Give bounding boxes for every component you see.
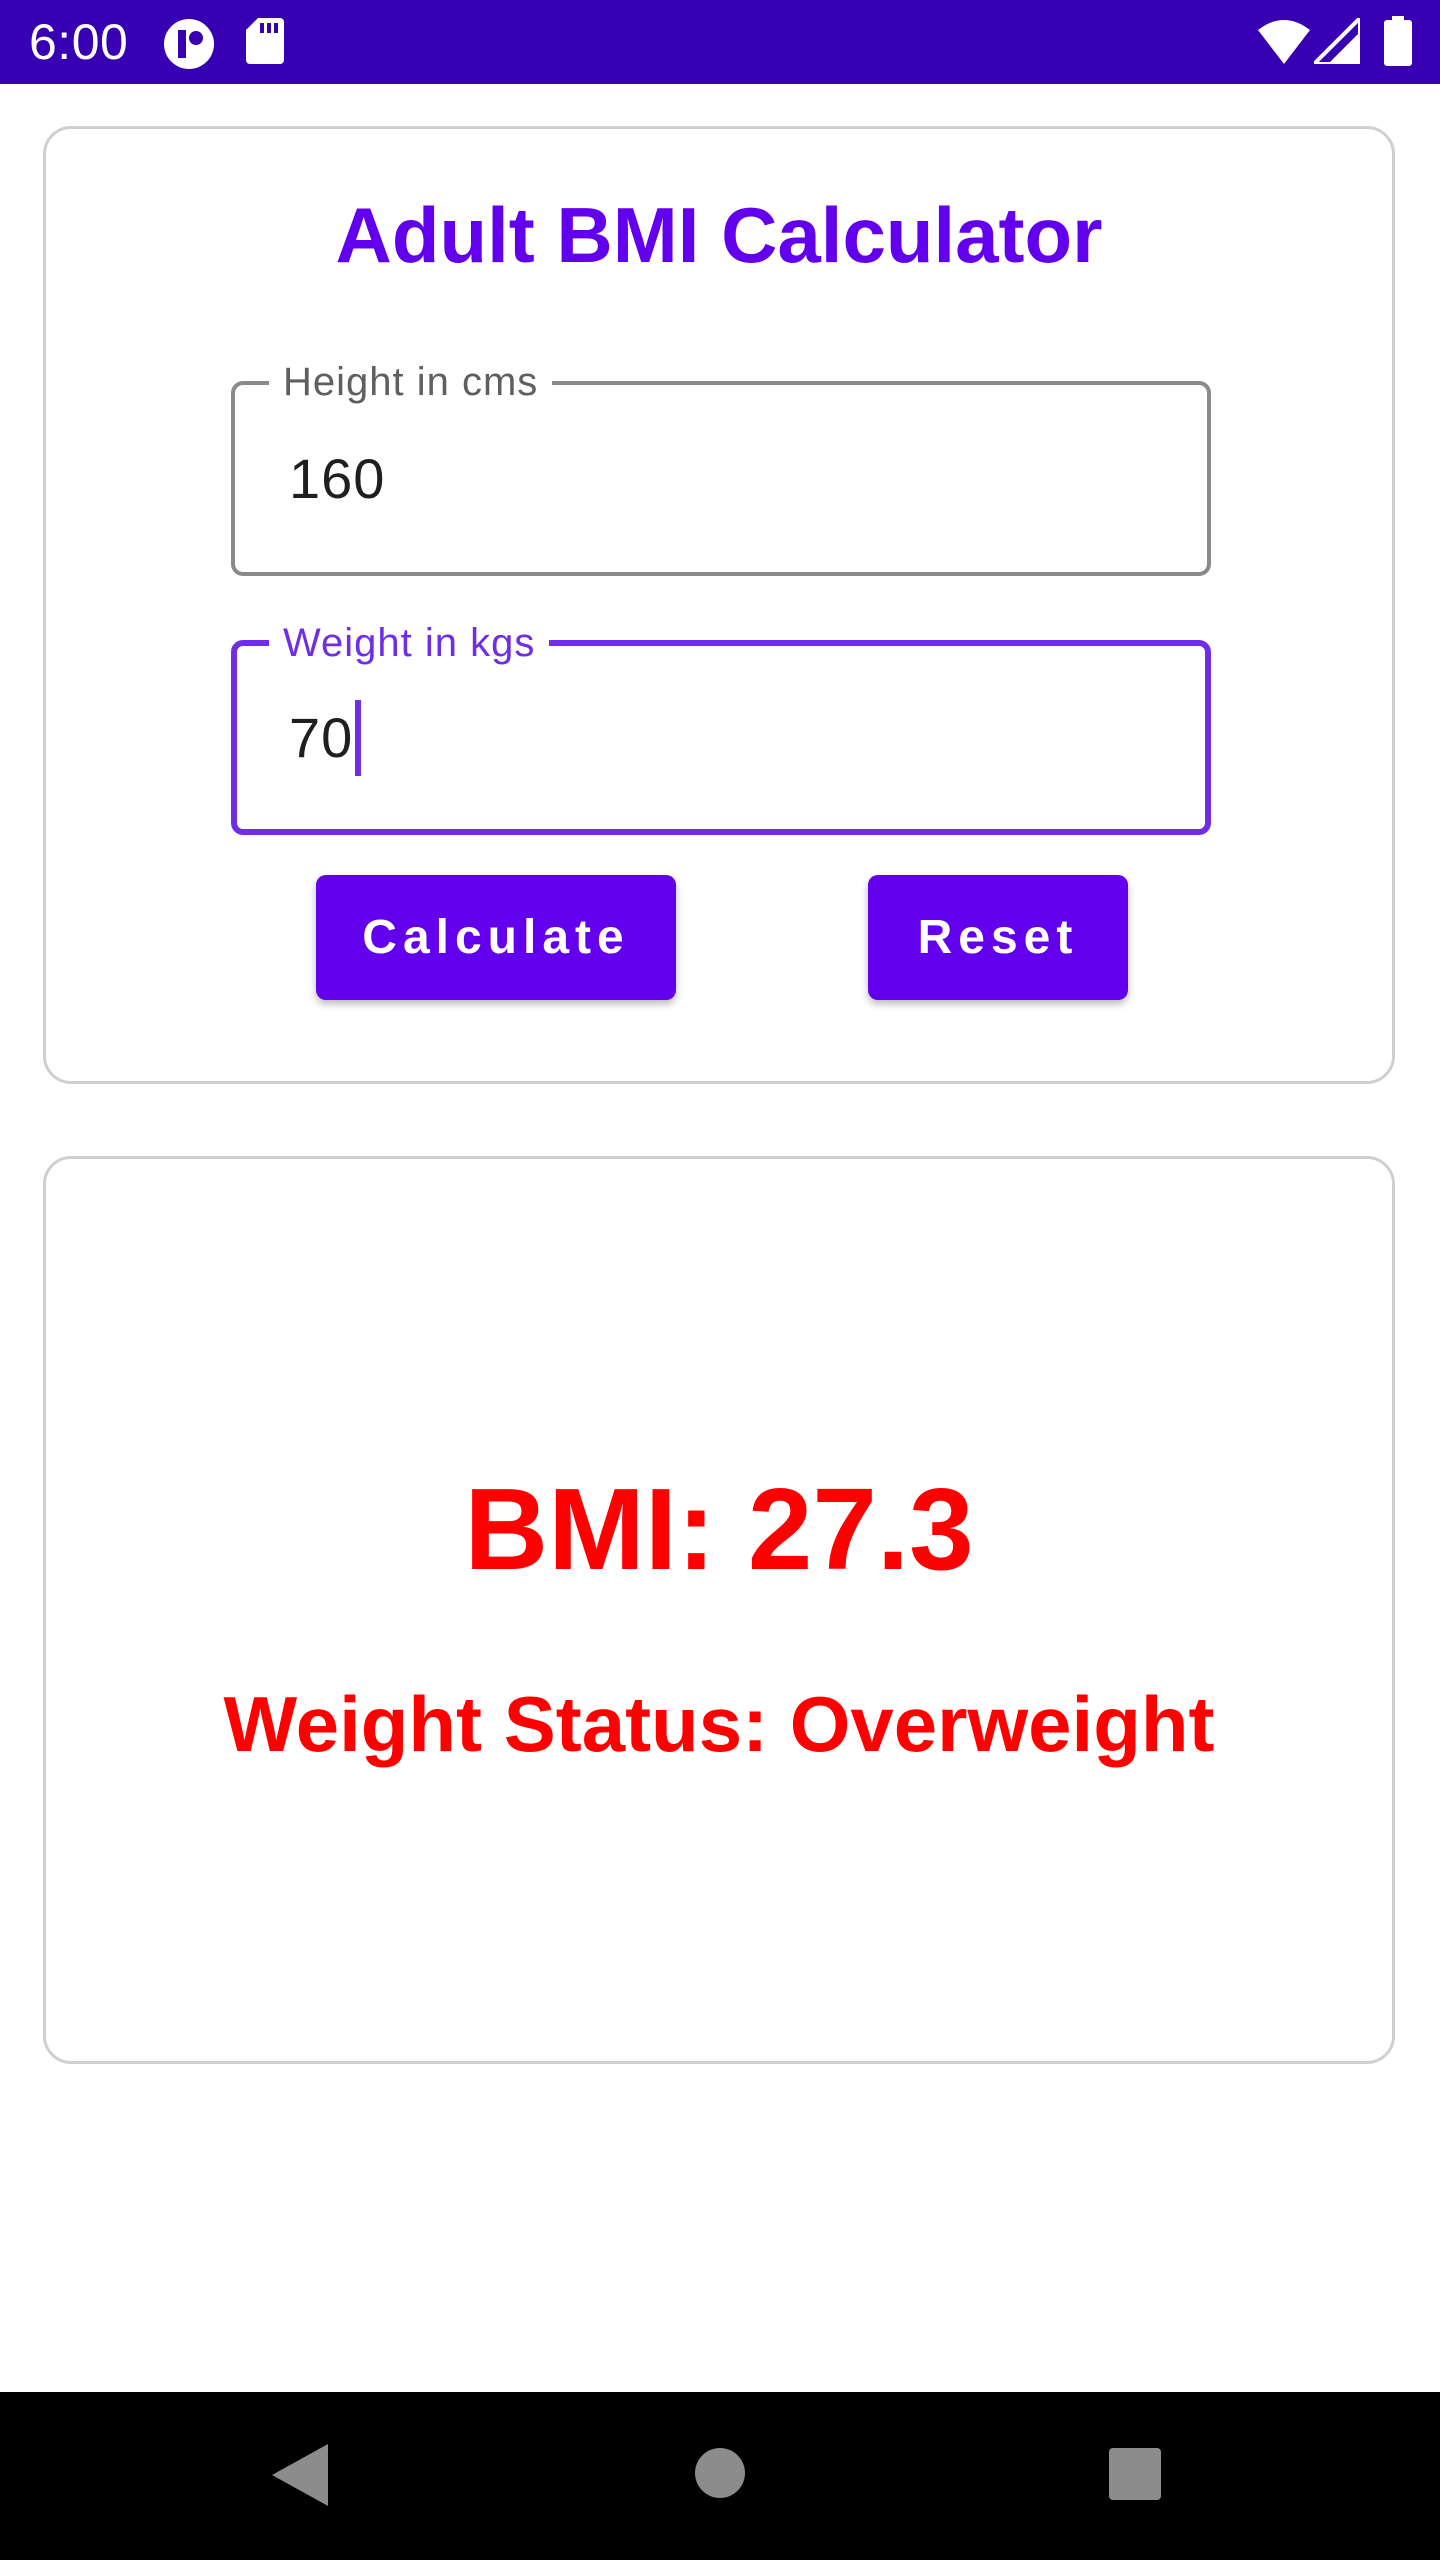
recents-icon[interactable] <box>1109 2448 1161 2500</box>
home-icon[interactable] <box>695 2448 745 2498</box>
back-icon[interactable] <box>272 2444 328 2506</box>
navigation-bar <box>0 2392 1440 2560</box>
height-field[interactable]: Height in cms 160 <box>231 352 1211 576</box>
app-notification-icon <box>163 18 215 70</box>
weight-input[interactable]: 70 <box>289 646 362 829</box>
calculate-button[interactable]: Calculate <box>316 875 676 1000</box>
input-card: Adult BMI Calculator Height in cms 160 W… <box>43 126 1395 1084</box>
bmi-result: BMI: 27.3 <box>464 1464 974 1594</box>
page-title: Adult BMI Calculator <box>335 191 1103 279</box>
weight-status: Weight Status: Overweight <box>223 1680 1215 1768</box>
wifi-icon <box>1258 18 1310 64</box>
reset-button[interactable]: Reset <box>868 875 1128 1000</box>
height-input[interactable]: 160 <box>289 385 385 572</box>
weight-field[interactable]: Weight in kgs 70 <box>231 613 1211 835</box>
result-card: BMI: 27.3 Weight Status: Overweight <box>43 1156 1395 2064</box>
status-time: 6:00 <box>29 14 129 70</box>
height-input-value: 160 <box>289 447 386 510</box>
cell-signal-icon <box>1314 18 1360 64</box>
battery-icon <box>1384 16 1412 66</box>
sd-card-icon <box>246 18 284 64</box>
status-bar: 6:00 <box>0 0 1440 84</box>
weight-input-value: 70 <box>289 706 354 769</box>
text-cursor <box>355 699 362 776</box>
